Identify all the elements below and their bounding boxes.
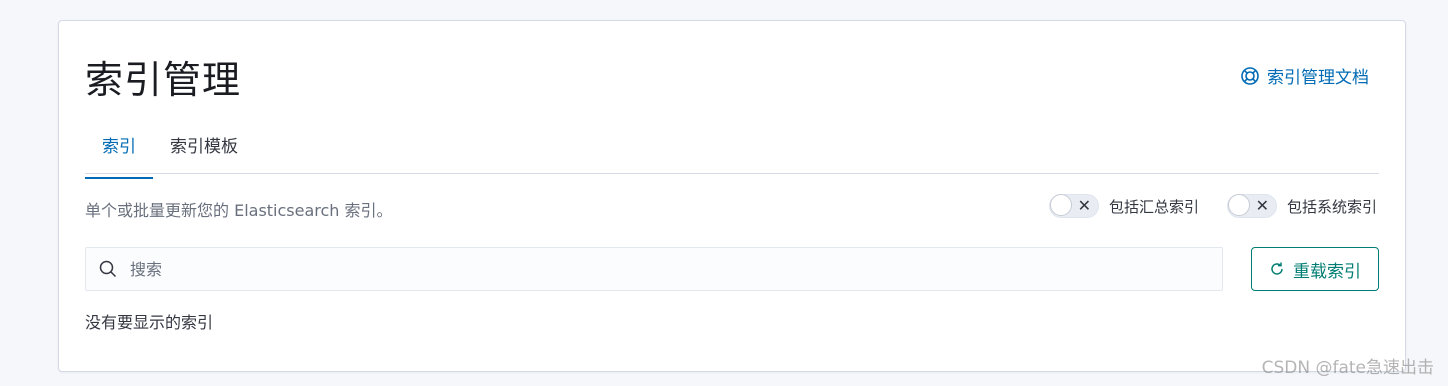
index-management-panel: 索引管理 索引管理文档 索引 索引模板 单个或批量更新您的 Elasticsea… [58,20,1406,372]
refresh-icon [1271,262,1283,275]
search-input[interactable] [128,258,1032,280]
close-icon: ✕ [1255,196,1269,215]
tab-bar: 索引 索引模板 [85,127,1379,179]
watermark: CSDN @fate急速出击 [1261,358,1434,378]
toggle-group: ✕ 包括汇总索引 ✕ 包括系统索引 [1048,194,1377,218]
tab-indices[interactable]: 索引 [85,127,153,179]
rollup-toggle-label: 包括汇总索引 [1108,197,1199,216]
rollup-switch[interactable]: ✕ [1048,194,1099,218]
system-toggle-label: 包括系统索引 [1286,197,1377,216]
page-title: 索引管理 [85,58,242,102]
search-bar[interactable] [85,247,1223,291]
tab-index-templates[interactable]: 索引模板 [153,127,255,173]
search-icon [99,260,117,278]
switch-knob [1049,194,1072,216]
switch-knob [1227,194,1250,216]
page-description: 单个或批量更新您的 Elasticsearch 索引。 [85,201,393,220]
system-switch[interactable]: ✕ [1226,194,1277,218]
docs-link-label[interactable]: 索引管理文档 [1267,63,1369,88]
close-icon: ✕ [1077,196,1091,215]
reload-button-label[interactable]: 重载索引 [1293,257,1361,282]
reload-indices-button[interactable]: 重载索引 [1251,247,1379,291]
toggle-rollup-indices[interactable]: ✕ 包括汇总索引 [1048,194,1199,218]
help-lifebuoy-icon [1241,66,1259,85]
toggle-system-indices[interactable]: ✕ 包括系统索引 [1226,194,1377,218]
empty-state-message: 没有要显示的索引 [85,313,214,332]
docs-link[interactable]: 索引管理文档 [1240,63,1369,88]
